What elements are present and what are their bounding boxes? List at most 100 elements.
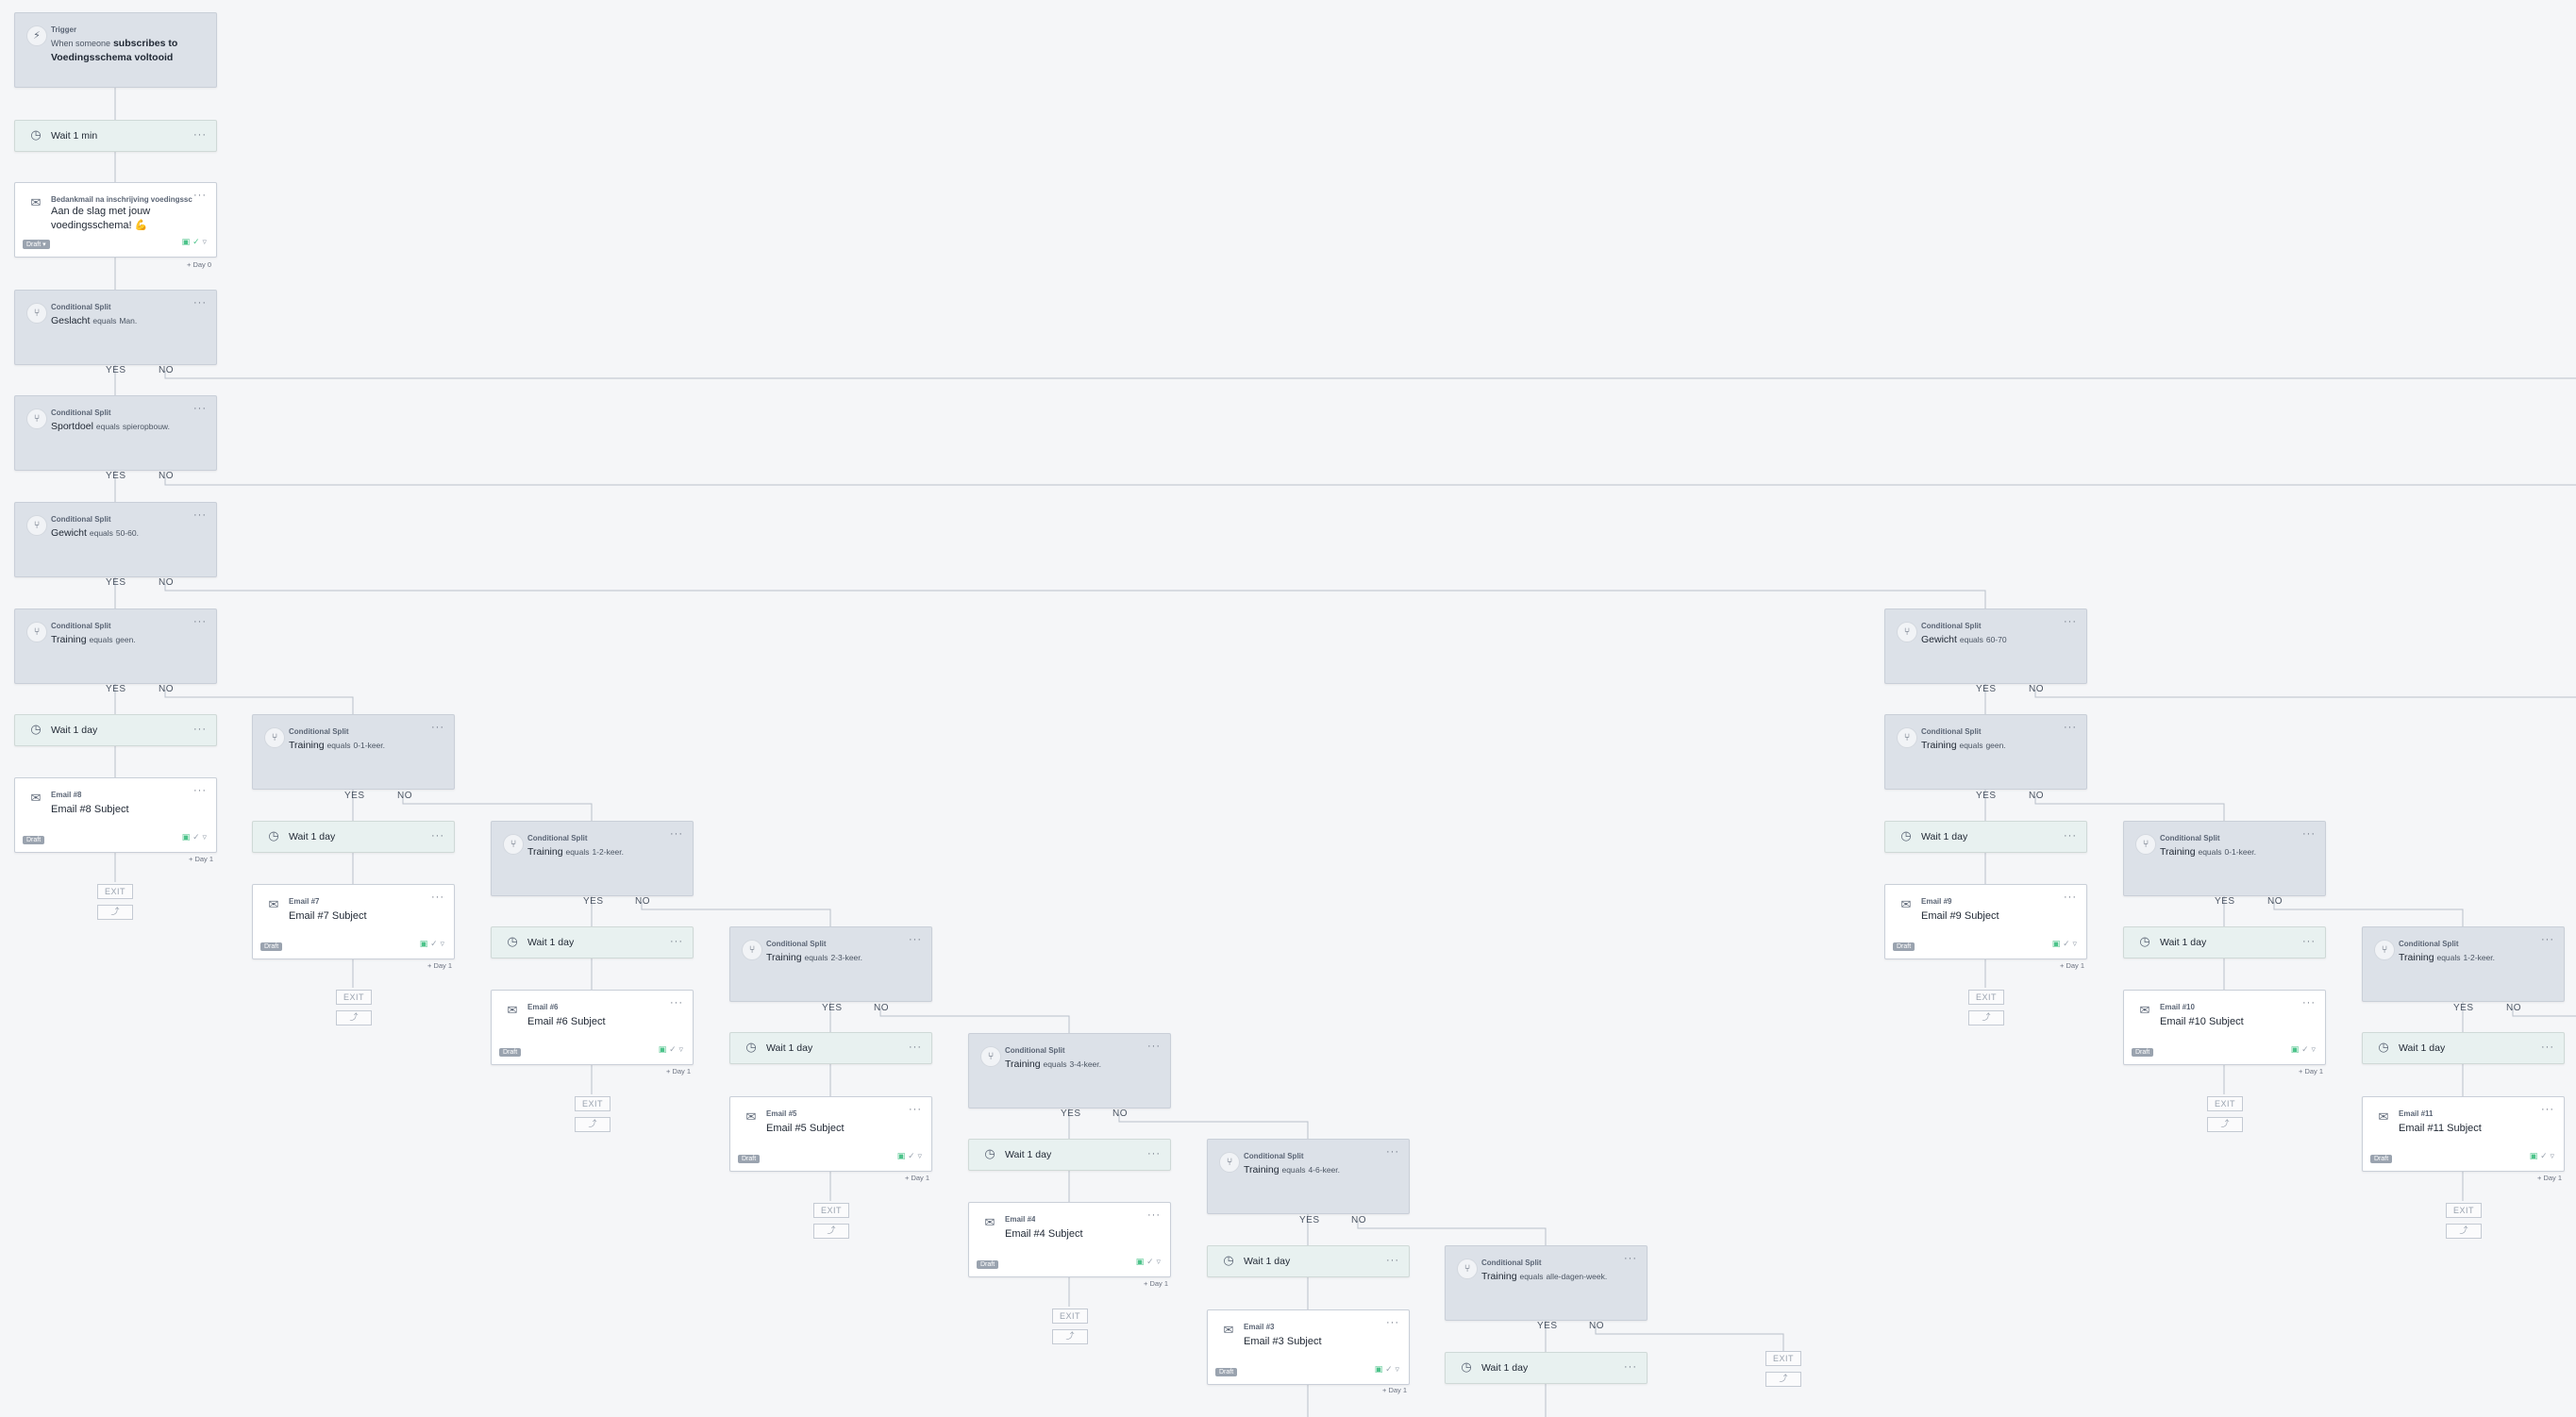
exit-node[interactable]: EXIT [2207, 1096, 2243, 1111]
more-options-button[interactable]: ··· [2302, 828, 2316, 840]
exit-node[interactable]: EXIT [575, 1096, 611, 1111]
exit-node[interactable]: EXIT [336, 990, 372, 1005]
status-badge[interactable]: Draft [1893, 942, 1915, 951]
wait-node[interactable]: ◷ Wait 1 day ··· [1884, 821, 2087, 853]
conditional-split-node[interactable]: ⑂ Conditional Split ··· Training equals … [1884, 714, 2087, 790]
more-options-button[interactable]: ··· [670, 997, 683, 1009]
wait-node[interactable]: ◷ Wait 1 day ··· [1445, 1352, 1648, 1384]
status-badge[interactable]: Draft [2370, 1155, 2393, 1163]
more-options-button[interactable]: ··· [1147, 1041, 1161, 1052]
wait-node[interactable]: ◷ Wait 1 day ··· [14, 714, 217, 746]
wait-node[interactable]: ◷ Wait 1 day ··· [1207, 1245, 1410, 1277]
wait-node[interactable]: ◷ Wait 1 min ··· [14, 120, 217, 152]
conditional-split-node[interactable]: ⑂ Conditional Split ··· Training equals … [729, 926, 932, 1002]
more-options-button[interactable]: ··· [2064, 616, 2077, 627]
more-options-button[interactable]: ··· [193, 190, 207, 201]
more-options-button[interactable]: ··· [2302, 936, 2316, 947]
more-options-button[interactable]: ··· [2064, 830, 2077, 842]
status-badge[interactable]: Draft [499, 1048, 522, 1057]
more-options-button[interactable]: ··· [1386, 1146, 1399, 1158]
more-options-button[interactable]: ··· [1147, 1209, 1161, 1221]
email-node[interactable]: ✉ Email #11 ··· Email #11 Subject Draft … [2362, 1096, 2565, 1172]
email-node[interactable]: ✉ Email #10 ··· Email #10 Subject Draft … [2123, 990, 2326, 1065]
more-options-button[interactable]: ··· [431, 892, 444, 903]
more-options-button[interactable]: ··· [193, 403, 207, 414]
conditional-split-node[interactable]: ⑂ Conditional Split ··· Geslacht equals … [14, 290, 217, 365]
exit-sub-node[interactable]: ⤴ [575, 1117, 611, 1132]
wait-node[interactable]: ◷ Wait 1 day ··· [729, 1032, 932, 1064]
exit-sub-node[interactable]: ⤴ [2446, 1224, 2482, 1239]
exit-node[interactable]: EXIT [1052, 1309, 1088, 1324]
more-options-button[interactable]: ··· [2541, 1042, 2554, 1053]
conditional-split-node[interactable]: ⑂ Conditional Split ··· Gewicht equals 5… [14, 502, 217, 577]
conditional-split-node[interactable]: ⑂ Conditional Split ··· Training equals … [1207, 1139, 1410, 1214]
more-options-button[interactable]: ··· [909, 1042, 922, 1053]
conditional-split-node[interactable]: ⑂ Conditional Split ··· Training equals … [1445, 1245, 1648, 1321]
exit-node[interactable]: EXIT [2446, 1203, 2482, 1218]
exit-sub-node[interactable]: ⤴ [97, 905, 133, 920]
wait-node[interactable]: ◷ Wait 1 day ··· [491, 926, 694, 959]
conditional-split-node[interactable]: ⑂ Conditional Split ··· Training equals … [252, 714, 455, 790]
more-options-button[interactable]: ··· [670, 828, 683, 840]
status-badge[interactable]: Draft [260, 942, 283, 951]
exit-node[interactable]: EXIT [1765, 1351, 1801, 1366]
more-options-button[interactable]: ··· [2541, 1104, 2554, 1115]
more-options-button[interactable]: ··· [1147, 1148, 1161, 1159]
exit-sub-node[interactable]: ⤴ [1968, 1010, 2004, 1025]
status-badge[interactable]: Draft [1215, 1368, 1238, 1376]
email-node[interactable]: ✉ Email #7 ··· Email #7 Subject Draft ▣ … [252, 884, 455, 959]
more-options-button[interactable]: ··· [431, 830, 444, 842]
wait-node[interactable]: ◷ Wait 1 day ··· [2123, 926, 2326, 959]
more-options-button[interactable]: ··· [670, 936, 683, 947]
flow-canvas[interactable]: ⚡ Trigger When someone subscribes to Voe… [0, 0, 2576, 1417]
conditional-split-node[interactable]: ⑂ Conditional Split ··· Training equals … [14, 608, 217, 684]
more-options-button[interactable]: ··· [2064, 722, 2077, 733]
wait-node[interactable]: ◷ Wait 1 day ··· [252, 821, 455, 853]
more-options-button[interactable]: ··· [2541, 934, 2554, 945]
more-options-button[interactable]: ··· [909, 1104, 922, 1115]
exit-sub-node[interactable]: ⤴ [1052, 1329, 1088, 1344]
conditional-split-node[interactable]: ⑂ Conditional Split ··· Gewicht equals 6… [1884, 608, 2087, 684]
exit-node[interactable]: EXIT [97, 884, 133, 899]
wait-node[interactable]: ◷ Wait 1 day ··· [2362, 1032, 2565, 1064]
more-options-button[interactable]: ··· [193, 785, 207, 796]
conditional-split-node[interactable]: ⑂ Conditional Split ··· Sportdoel equals… [14, 395, 217, 471]
email-node[interactable]: ✉ Email #8 ··· Email #8 Subject Draft ▣ … [14, 777, 217, 853]
more-options-button[interactable]: ··· [193, 724, 207, 735]
email-node[interactable]: ✉ Bedankmail na inschrijving voedingssch… [14, 182, 217, 258]
status-badge[interactable]: Draft [738, 1155, 761, 1163]
status-badge[interactable]: Draft [23, 836, 45, 844]
exit-sub-node[interactable]: ⤴ [2207, 1117, 2243, 1132]
conditional-split-node[interactable]: ⑂ Conditional Split ··· Training equals … [2362, 926, 2565, 1002]
exit-sub-node[interactable]: ⤴ [1765, 1372, 1801, 1387]
exit-sub-node[interactable]: ⤴ [336, 1010, 372, 1025]
more-options-button[interactable]: ··· [1624, 1253, 1637, 1264]
more-options-button[interactable]: ··· [193, 616, 207, 627]
email-node[interactable]: ✉ Email #5 ··· Email #5 Subject Draft ▣ … [729, 1096, 932, 1172]
more-options-button[interactable]: ··· [2302, 997, 2316, 1009]
more-options-button[interactable]: ··· [1386, 1255, 1399, 1266]
more-options-button[interactable]: ··· [2064, 892, 2077, 903]
conditional-split-node[interactable]: ⑂ Conditional Split ··· Training equals … [968, 1033, 1171, 1109]
more-options-button[interactable]: ··· [193, 297, 207, 308]
status-badge[interactable]: Draft [977, 1260, 999, 1269]
trigger-node[interactable]: ⚡ Trigger When someone subscribes to Voe… [14, 12, 217, 88]
more-options-button[interactable]: ··· [193, 129, 207, 141]
more-options-button[interactable]: ··· [1624, 1361, 1637, 1373]
email-node[interactable]: ✉ Email #4 ··· Email #4 Subject Draft ▣ … [968, 1202, 1171, 1277]
email-node[interactable]: ✉ Email #3 ··· Email #3 Subject Draft ▣ … [1207, 1309, 1410, 1385]
email-node[interactable]: ✉ Email #9 ··· Email #9 Subject Draft ▣ … [1884, 884, 2087, 959]
wait-node[interactable]: ◷ Wait 1 day ··· [968, 1139, 1171, 1171]
conditional-split-node[interactable]: ⑂ Conditional Split ··· Training equals … [2123, 821, 2326, 896]
exit-node[interactable]: EXIT [813, 1203, 849, 1218]
conditional-split-node[interactable]: ⑂ Conditional Split ··· Training equals … [491, 821, 694, 896]
more-options-button[interactable]: ··· [1386, 1317, 1399, 1328]
more-options-button[interactable]: ··· [193, 509, 207, 521]
more-options-button[interactable]: ··· [431, 722, 444, 733]
exit-node[interactable]: EXIT [1968, 990, 2004, 1005]
status-badge[interactable]: Draft ▾ [23, 240, 50, 249]
exit-sub-node[interactable]: ⤴ [813, 1224, 849, 1239]
status-badge[interactable]: Draft [2132, 1048, 2154, 1057]
more-options-button[interactable]: ··· [909, 934, 922, 945]
email-node[interactable]: ✉ Email #6 ··· Email #6 Subject Draft ▣ … [491, 990, 694, 1065]
